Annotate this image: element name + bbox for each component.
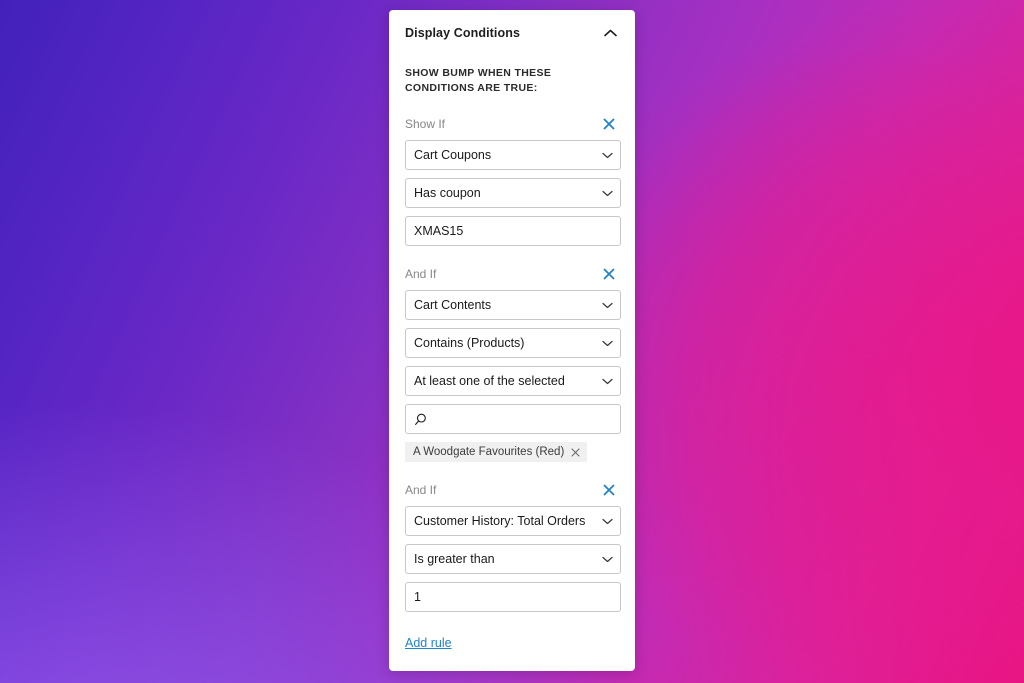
rule-1-search-input (405, 404, 621, 434)
display-conditions-panel: Display Conditions SHOW BUMP WHEN THESE … (389, 10, 635, 671)
rule-1-select-0-value[interactable]: Cart Contents (405, 290, 621, 320)
close-icon[interactable] (571, 447, 580, 457)
rule-2-select-0-value[interactable]: Customer History: Total Orders (405, 506, 621, 536)
close-glyph (571, 447, 580, 457)
rule-fields: Customer History: Total Orders Is greater… (405, 506, 621, 612)
rules-container: Show If Cart Coupons Has coupon XMAS15 And… (389, 108, 635, 612)
remove-rule-2-button[interactable] (599, 480, 619, 500)
add-rule-link[interactable]: Add rule (405, 636, 452, 650)
rule-1-select-2: At least one of the selected (405, 366, 621, 396)
rule-header: And If (405, 474, 619, 506)
panel-subtitle: SHOW BUMP WHEN THESE CONDITIONS ARE TRUE… (405, 67, 552, 94)
rule-label: And If (405, 483, 437, 497)
rule-1-select-2-value[interactable]: At least one of the selected (405, 366, 621, 396)
selected-item-chip: A Woodgate Favourites (Red) (405, 442, 588, 462)
rule-2-select-1: Is greater than (405, 544, 621, 574)
remove-rule-0-button[interactable] (599, 114, 619, 134)
rule-1-select-0: Cart Contents (405, 290, 621, 320)
chevron-up-glyph (603, 29, 617, 37)
rule-group-2: And If Customer History: Total Orders Is … (389, 474, 635, 612)
rule-group-0: Show If Cart Coupons Has coupon XMAS15 (389, 108, 635, 246)
rule-fields: Cart Contents Contains (Products) At least… (405, 290, 621, 434)
chevron-up-icon[interactable] (599, 22, 621, 44)
close-glyph (603, 484, 615, 496)
panel-header: Display Conditions (389, 10, 635, 56)
rule-header: Show If (405, 108, 619, 140)
rule-1-select-1: Contains (Products) (405, 328, 621, 358)
close-glyph (603, 118, 615, 130)
rule-header: And If (405, 258, 619, 290)
rule-1-select-1-value[interactable]: Contains (Products) (405, 328, 621, 358)
rule-2-select-0: Customer History: Total Orders (405, 506, 621, 536)
rule-fields: Cart Coupons Has coupon XMAS15 (405, 140, 621, 246)
selected-item-label: A Woodgate Favourites (Red) (413, 446, 565, 458)
rule-group-1: And If Cart Contents Contains (Products) A… (389, 258, 635, 462)
selected-items-list: A Woodgate Favourites (Red) (405, 442, 619, 462)
add-rule-row: Add rule (389, 620, 635, 652)
rule-1-search-input-value[interactable] (405, 404, 621, 434)
rule-0-text-input-value[interactable]: XMAS15 (405, 216, 621, 246)
rule-label: Show If (405, 117, 446, 131)
close-glyph (603, 268, 615, 280)
rule-label: And If (405, 267, 437, 281)
rule-0-select-1-value[interactable]: Has coupon (405, 178, 621, 208)
remove-rule-1-button[interactable] (599, 264, 619, 284)
rule-2-text-input: 1 (405, 582, 621, 612)
rule-0-select-1: Has coupon (405, 178, 621, 208)
rule-0-text-input: XMAS15 (405, 216, 621, 246)
page-title: Display Conditions (405, 26, 521, 40)
rule-2-select-1-value[interactable]: Is greater than (405, 544, 621, 574)
rule-0-select-0-value[interactable]: Cart Coupons (405, 140, 621, 170)
rule-2-text-input-value[interactable]: 1 (405, 582, 621, 612)
rule-0-select-0: Cart Coupons (405, 140, 621, 170)
